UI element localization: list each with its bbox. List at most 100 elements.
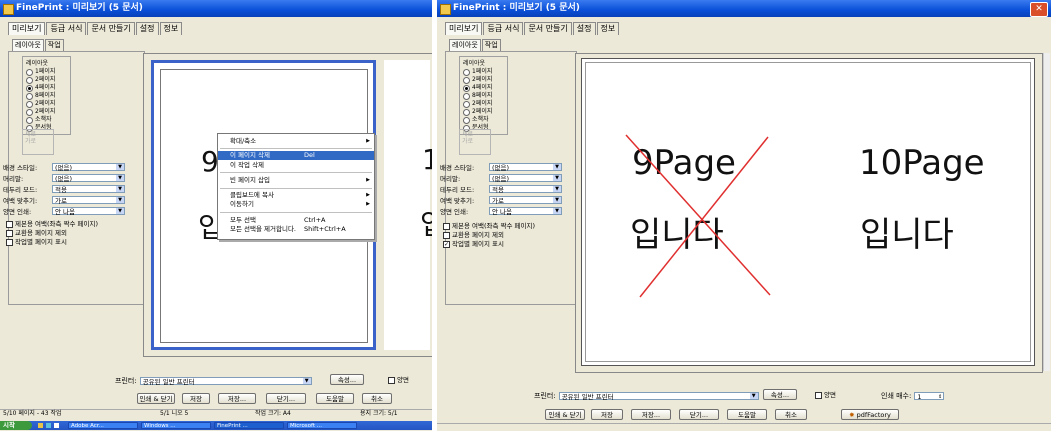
setting-select[interactable]: (없음) ▼ xyxy=(52,163,125,172)
menu-separator xyxy=(220,212,372,213)
properties-button[interactable]: 속성... xyxy=(330,374,364,385)
print-close-button[interactable]: 인쇄 & 닫기 xyxy=(545,409,585,420)
subtab-layout[interactable]: 레이아웃 xyxy=(449,39,481,51)
save-button[interactable]: 저장 xyxy=(591,409,623,420)
quicklaunch-icon[interactable] xyxy=(38,423,43,428)
duplex-checkbox[interactable]: 양면 xyxy=(388,376,409,384)
checkbox-job-pages[interactable]: 작업별 페이지 표시 xyxy=(6,238,67,246)
checkbox-gutter[interactable]: 제본용 여백(좌측 짝수 페이지) xyxy=(443,222,535,230)
printer-select[interactable]: 공유된 일반 프린터 ▼ xyxy=(558,392,759,401)
close-button[interactable]: 닫기... xyxy=(266,393,306,404)
save-button[interactable]: 저장 xyxy=(182,393,210,404)
setting-select[interactable]: 가로 ▼ xyxy=(52,196,125,205)
printer-select[interactable]: 공유된 일반 프린터 ▼ xyxy=(139,377,312,386)
print-close-button[interactable]: 인쇄 & 닫기 xyxy=(137,393,175,404)
help-button[interactable]: 도움말 xyxy=(316,393,354,404)
tab-create-document[interactable]: 문서 만들기 xyxy=(87,22,135,35)
layout-option[interactable]: 2페이지 xyxy=(463,76,505,84)
tab-settings[interactable]: 설정 xyxy=(572,22,596,35)
menu-item-select-all[interactable]: 모두 선택 Ctrl+A xyxy=(218,216,374,225)
subtab-jobs[interactable]: 작업 xyxy=(44,39,64,51)
layout-option[interactable]: 2페이지 xyxy=(463,100,505,108)
app-icon xyxy=(440,4,451,15)
help-button[interactable]: 도움말 xyxy=(727,409,767,420)
taskbar-item[interactable]: Windows ... xyxy=(141,422,211,429)
taskbar-item[interactable]: Adobe Acr... xyxy=(68,422,138,429)
close-button[interactable]: 닫기... xyxy=(679,409,719,420)
properties-button[interactable]: 속성... xyxy=(763,389,797,400)
setting-select[interactable]: (없음) ▼ xyxy=(489,174,562,183)
subtab-layout[interactable]: 레이아웃 xyxy=(12,39,44,51)
menu-item-copy-clipboard[interactable]: 클립보드에 복사 ▶ xyxy=(218,191,374,200)
orientation-landscape[interactable]: 가로 xyxy=(462,138,488,145)
setting-select[interactable]: 안 나옴 ▼ xyxy=(52,207,125,216)
title-bar[interactable]: FinePrint : 미리보기 (5 문서) xyxy=(0,0,432,17)
layout-option[interactable]: 4페이지 xyxy=(463,84,505,92)
checkbox-label: 교환용 페이지 제외 xyxy=(452,231,504,239)
menu-item-delete-job[interactable]: 이 작업 삭제 xyxy=(218,161,374,170)
app-icon xyxy=(3,4,14,15)
start-button[interactable]: 시작 xyxy=(0,421,32,430)
setting-select[interactable]: (없음) ▼ xyxy=(489,163,562,172)
tab-settings[interactable]: 설정 xyxy=(135,22,159,35)
checkbox-exclude[interactable]: 교환용 페이지 제외 xyxy=(6,229,67,237)
menu-item-deselect-all[interactable]: 모든 선택을 제거합니다. Shift+Ctrl+A xyxy=(218,225,374,234)
orientation-portrait[interactable]: 세로 xyxy=(462,131,488,138)
tab-preview[interactable]: 미리보기 xyxy=(445,22,483,35)
tab-create-document[interactable]: 문서 만들기 xyxy=(524,22,572,35)
preview-sheet[interactable]: 9Page 입니다 10Page 입니다 xyxy=(581,58,1035,366)
checkbox-label: 제본용 여백(좌측 짝수 페이지) xyxy=(15,220,99,228)
taskbar-item[interactable]: Microsoft ... xyxy=(287,422,357,429)
taskbar-item[interactable]: FinePrint ... xyxy=(214,422,284,429)
layout-option[interactable]: 2페이지 xyxy=(26,108,68,116)
tab-info[interactable]: 정보 xyxy=(159,22,183,35)
orientation-portrait[interactable]: 세로 xyxy=(25,131,51,138)
save-as-button[interactable]: 저장... xyxy=(218,393,256,404)
next-page[interactable]: 1 입 xyxy=(384,60,432,350)
setting-select[interactable]: 적용 ▼ xyxy=(52,185,125,194)
menu-item-move[interactable]: 이동하기 ▶ xyxy=(218,200,374,209)
setting-row: 여백 맞추기: 가로 ▼ xyxy=(437,196,577,206)
checkbox-gutter[interactable]: 제본용 여백(좌측 짝수 페이지) xyxy=(6,220,98,228)
setting-row: 테두리 모드: 적용 ▼ xyxy=(437,185,577,195)
layout-option[interactable]: 소책자 xyxy=(463,116,505,124)
layout-option[interactable]: 1페이지 xyxy=(26,68,68,76)
orientation-landscape[interactable]: 가로 xyxy=(25,138,51,145)
menu-separator xyxy=(220,188,372,189)
setting-select[interactable]: 가로 ▼ xyxy=(489,196,562,205)
layout-option[interactable]: 2페이지 xyxy=(463,108,505,116)
tab-forms[interactable]: 등급 서식 xyxy=(483,22,524,35)
layout-option[interactable]: 1페이지 xyxy=(463,68,505,76)
layout-option[interactable]: 2페이지 xyxy=(26,100,68,108)
subtab-jobs[interactable]: 작업 xyxy=(481,39,501,51)
tab-info[interactable]: 정보 xyxy=(596,22,620,35)
tab-forms[interactable]: 등급 서식 xyxy=(46,22,87,35)
duplex-checkbox[interactable]: 양면 xyxy=(815,391,836,399)
quicklaunch-icon[interactable] xyxy=(46,423,51,428)
copies-stepper[interactable]: 1 ⇕ xyxy=(914,392,945,401)
save-as-button[interactable]: 저장... xyxy=(631,409,671,420)
vertical-scrollbar[interactable] xyxy=(1043,53,1050,371)
cancel-button[interactable]: 취소 xyxy=(775,409,807,420)
checkbox-box xyxy=(388,376,395,384)
setting-select[interactable]: 적용 ▼ xyxy=(489,185,562,194)
layout-option[interactable]: 4페이지 xyxy=(26,84,68,92)
layout-option[interactable]: 2페이지 xyxy=(26,76,68,84)
setting-select[interactable]: 안 나옴 ▼ xyxy=(489,207,562,216)
layout-option-label: 2페이지 xyxy=(472,76,493,83)
layout-option[interactable]: 8페이지 xyxy=(26,92,68,100)
menu-item-delete-page[interactable]: 이 페이지 삭제 Del xyxy=(218,151,374,160)
quicklaunch-icon[interactable] xyxy=(54,423,59,428)
checkbox-job-pages[interactable]: ✓ 작업별 페이지 표시 xyxy=(443,240,504,248)
layout-option[interactable]: 소책자 xyxy=(26,116,68,124)
checkbox-exclude[interactable]: 교환용 페이지 제외 xyxy=(443,231,504,239)
setting-select[interactable]: (없음) ▼ xyxy=(52,174,125,183)
close-window-icon[interactable]: ✕ xyxy=(1030,2,1048,17)
title-bar[interactable]: FinePrint : 미리보기 (5 문서) ✕ xyxy=(437,0,1051,17)
menu-item-zoom[interactable]: 확대/축소 ▶ xyxy=(218,137,374,146)
pdffactory-button[interactable]: ✸ pdfFactory xyxy=(841,409,899,420)
tab-preview[interactable]: 미리보기 xyxy=(8,22,46,35)
cancel-button[interactable]: 취소 xyxy=(362,393,392,404)
menu-item-insert-blank[interactable]: 빈 페이지 삽입 ▶ xyxy=(218,176,374,185)
layout-option[interactable]: 8페이지 xyxy=(463,92,505,100)
